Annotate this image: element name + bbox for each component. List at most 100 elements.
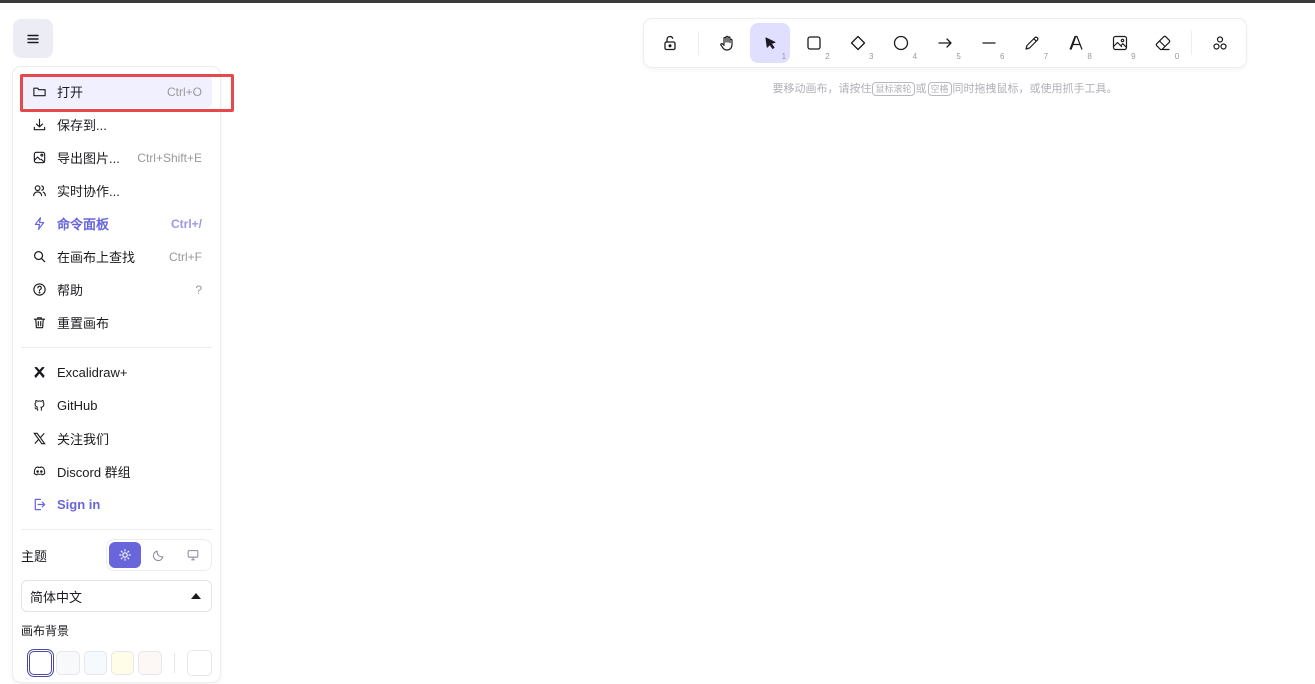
tool-key: 1 — [781, 52, 787, 61]
discord-icon — [31, 464, 47, 480]
toolbar-divider — [697, 31, 699, 55]
circle-icon — [894, 35, 909, 51]
tool-ellipse[interactable]: 4 — [881, 23, 921, 63]
hand-icon — [719, 35, 733, 51]
menu-item-label: 重置画布 — [57, 316, 110, 331]
menu-item-label: 导出图片... — [57, 151, 120, 166]
tool-text[interactable]: 8 — [1056, 23, 1096, 63]
tool-hand[interactable] — [707, 23, 747, 63]
main-menu-button[interactable] — [13, 19, 53, 58]
search-icon — [31, 249, 47, 265]
menu-item-label: 帮助 — [57, 283, 84, 298]
tool-draw[interactable]: 7 — [1013, 23, 1053, 63]
download-icon — [31, 117, 47, 133]
tool-lock[interactable] — [650, 23, 690, 63]
users-icon — [31, 183, 47, 199]
lightning-icon — [31, 216, 47, 232]
menu-item-label: 关注我们 — [57, 432, 110, 447]
help-icon — [31, 282, 47, 298]
caret-up-icon — [191, 593, 201, 599]
tool-key: 9 — [1131, 52, 1136, 61]
rectangle-icon — [807, 36, 821, 50]
moon-icon — [152, 550, 164, 562]
pointer-icon — [765, 37, 776, 49]
trash-icon — [31, 315, 47, 331]
shapes-toolbar: 1 2 3 4 5 6 7 8 9 0 — [644, 19, 1246, 67]
menu-item-live-collaboration[interactable]: 实时协作... — [21, 174, 212, 207]
swatch-divider — [173, 653, 175, 673]
x-logo-icon — [31, 431, 47, 447]
excalidraw-plus-icon — [31, 365, 47, 381]
hint-kbd-space: 空格 — [927, 82, 952, 96]
language-select[interactable]: 简体中文 — [21, 580, 212, 612]
menu-item-reset-canvas[interactable]: 重置画布 — [21, 306, 212, 339]
menu-link-excalidraw-plus[interactable]: Excalidraw+ — [21, 356, 212, 389]
tool-more-shapes[interactable] — [1200, 23, 1240, 63]
menu-link-sign-in[interactable]: Sign in — [21, 488, 212, 521]
menu-item-shortcut: Ctrl+Shift+E — [137, 150, 202, 165]
tool-rectangle[interactable]: 2 — [794, 23, 834, 63]
menu-link-follow-us[interactable]: 关注我们 — [21, 422, 212, 455]
menu-item-label: Sign in — [57, 497, 101, 512]
menu-item-save-to[interactable]: 保存到... — [21, 108, 212, 141]
canvas-bg-swatch[interactable] — [111, 651, 135, 675]
menu-item-shortcut: ? — [195, 282, 202, 297]
github-icon — [31, 398, 47, 414]
sign-in-icon — [31, 497, 47, 513]
language-value: 简体中文 — [30, 589, 83, 605]
tool-selection[interactable]: 1 — [750, 23, 791, 63]
pencil-icon — [1025, 36, 1039, 50]
menu-item-shortcut: Ctrl+/ — [170, 216, 202, 231]
hint-text: 或 — [915, 83, 927, 95]
theme-row: 主题 — [21, 538, 212, 572]
hamburger-icon — [27, 34, 39, 43]
tool-line[interactable]: 6 — [969, 23, 1009, 63]
eraser-icon — [1156, 35, 1171, 51]
tool-key: 4 — [912, 52, 918, 61]
canvas-bg-swatch[interactable] — [138, 651, 162, 675]
tool-key: 7 — [1043, 52, 1049, 61]
text-icon — [1069, 35, 1083, 50]
theme-toggle — [106, 539, 212, 571]
menu-item-label: Discord 群组 — [57, 465, 131, 480]
tool-key: 6 — [1000, 52, 1005, 61]
toolbar-divider — [1191, 31, 1193, 55]
menu-item-label: 在画布上查找 — [57, 250, 136, 265]
tool-key: 8 — [1087, 52, 1092, 61]
tool-image[interactable]: 9 — [1100, 23, 1140, 63]
tool-eraser[interactable]: 0 — [1144, 23, 1184, 63]
menu-item-shortcut: Ctrl+F — [169, 249, 202, 264]
hint-text: 同时拖拽鼠标，或使用抓手工具。 — [952, 83, 1118, 95]
tool-diamond[interactable]: 3 — [838, 23, 878, 63]
tool-arrow[interactable]: 5 — [925, 23, 965, 63]
folder-icon — [31, 84, 47, 100]
window-top-border — [0, 0, 1315, 3]
theme-dark-button[interactable] — [143, 542, 175, 568]
sun-icon — [119, 549, 131, 561]
hint-text: 要移动画布，请按住 — [772, 83, 872, 95]
canvas-bg-swatch[interactable] — [83, 651, 108, 675]
canvas-bg-custom-color[interactable] — [186, 650, 212, 676]
menu-item-label: GitHub — [57, 398, 98, 413]
canvas-bg-swatch[interactable] — [29, 651, 53, 675]
menu-item-help[interactable]: 帮助 ? — [21, 273, 212, 306]
tool-key: 3 — [868, 52, 874, 61]
theme-system-button[interactable] — [177, 542, 209, 568]
menu-item-label: 打开 — [57, 85, 84, 100]
menu-divider — [21, 529, 212, 530]
menu-item-shortcut: Ctrl+O — [166, 84, 202, 99]
hint-kbd-wheel: 鼠标滚轮 — [872, 82, 915, 96]
menu-item-export-image[interactable]: 导出图片... Ctrl+Shift+E — [21, 141, 212, 174]
canvas-bg-swatch[interactable] — [56, 651, 80, 675]
menu-item-label: 保存到... — [57, 118, 107, 133]
canvas-background-label: 画布背景 — [21, 624, 70, 638]
menu-item-find-on-canvas[interactable]: 在画布上查找 Ctrl+F — [21, 240, 212, 273]
menu-item-open[interactable]: 打开 Ctrl+O — [21, 75, 212, 108]
image-icon — [1112, 35, 1127, 51]
theme-label: 主题 — [21, 548, 48, 564]
menu-link-github[interactable]: GitHub — [21, 389, 212, 422]
arrow-icon — [938, 38, 952, 48]
theme-light-button[interactable] — [109, 542, 141, 568]
menu-item-command-palette[interactable]: 命令面板 Ctrl+/ — [21, 207, 212, 240]
menu-link-discord[interactable]: Discord 群组 — [21, 455, 212, 488]
